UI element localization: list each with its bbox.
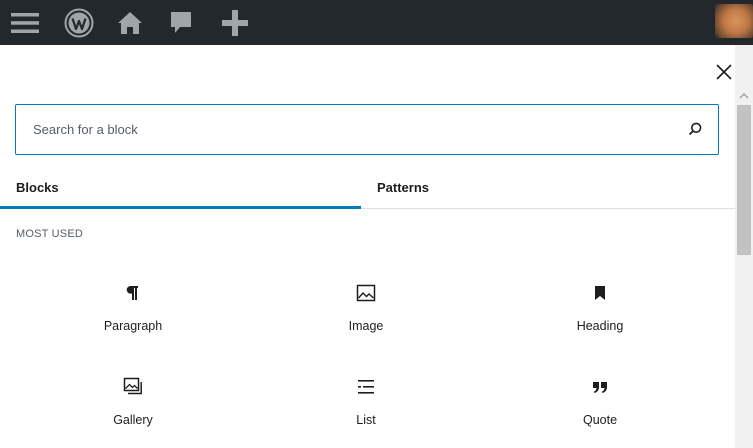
block-list[interactable]: List — [266, 375, 466, 448]
heading-icon — [588, 281, 612, 305]
search-input[interactable] — [16, 105, 676, 153]
section-title: MOST USED — [16, 228, 83, 240]
block-label: Gallery — [113, 413, 153, 427]
gallery-icon — [121, 375, 145, 399]
wordpress-logo-icon[interactable] — [62, 6, 96, 40]
block-label: Image — [348, 319, 384, 333]
plus-icon[interactable] — [218, 6, 252, 40]
inserter-tabs: Blocks Patterns — [0, 165, 735, 209]
block-image[interactable]: Image — [266, 281, 466, 361]
list-icon — [354, 375, 378, 399]
admin-bar — [0, 0, 753, 45]
image-icon — [354, 281, 378, 305]
block-label: List — [356, 413, 376, 427]
block-label: Heading — [576, 319, 624, 333]
scrollbar[interactable] — [735, 45, 753, 448]
tab-patterns-label: Patterns — [377, 179, 430, 195]
block-paragraph[interactable]: Paragraph — [33, 281, 233, 361]
block-label: Paragraph — [103, 319, 163, 333]
paragraph-icon — [121, 281, 145, 305]
search-icon[interactable] — [687, 121, 703, 137]
block-quote[interactable]: Quote — [500, 375, 700, 448]
block-gallery[interactable]: Gallery — [33, 375, 233, 448]
scroll-up-arrow-icon[interactable] — [735, 89, 753, 103]
menu-icon[interactable] — [8, 6, 42, 40]
tab-patterns[interactable]: Patterns — [361, 165, 735, 209]
tab-blocks[interactable]: Blocks — [0, 165, 361, 209]
search-box — [15, 104, 719, 155]
quote-icon — [588, 375, 612, 399]
scroll-thumb[interactable] — [737, 105, 751, 255]
active-tab-indicator — [0, 206, 361, 209]
close-button[interactable] — [710, 59, 738, 85]
comment-icon[interactable] — [164, 6, 198, 40]
block-heading[interactable]: Heading — [500, 281, 700, 361]
block-label: Quote — [582, 413, 618, 427]
home-icon[interactable] — [113, 6, 147, 40]
avatar[interactable] — [715, 4, 753, 38]
close-icon — [716, 64, 732, 80]
tab-blocks-label: Blocks — [16, 179, 59, 195]
